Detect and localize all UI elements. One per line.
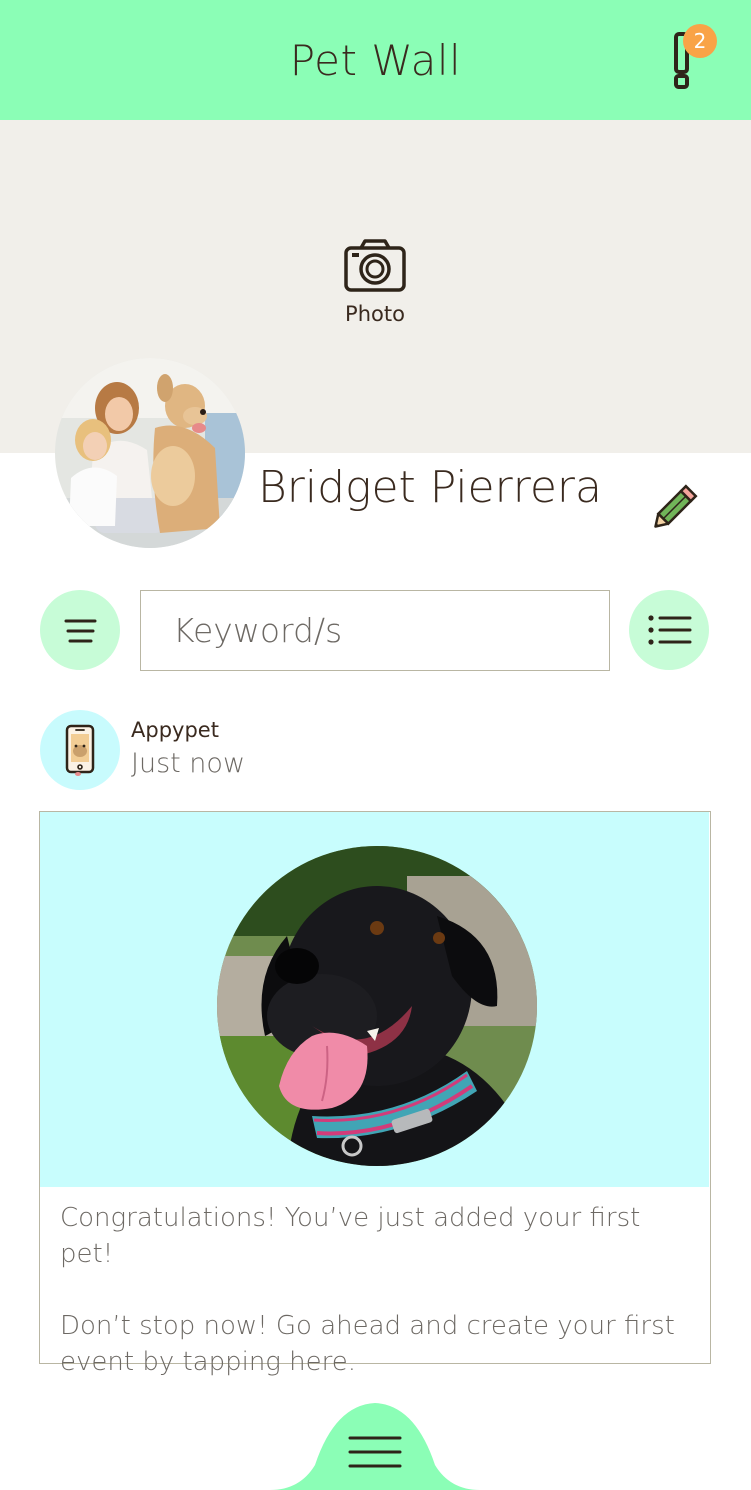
post-message-line-1: Congratulations! You’ve just added your …	[60, 1203, 641, 1269]
black-dog-photo	[217, 846, 537, 1166]
photo-label: Photo	[345, 302, 405, 326]
filter-button[interactable]	[40, 590, 120, 670]
post-author-name[interactable]: Appypet	[131, 718, 219, 742]
app-header: Pet Wall 2	[0, 0, 751, 120]
bottom-menu-button[interactable]	[270, 1400, 480, 1490]
pet-photo	[217, 846, 537, 1166]
phone-pet-icon	[65, 724, 95, 776]
post-timestamp: Just now	[131, 748, 246, 779]
edit-profile-button[interactable]	[650, 480, 702, 532]
profile-avatar[interactable]	[55, 358, 245, 548]
list-icon	[648, 615, 692, 645]
search-field[interactable]	[140, 590, 610, 671]
search-input[interactable]	[141, 591, 609, 670]
post-message-line-2[interactable]: Don’t stop now! Go ahead and create your…	[60, 1308, 690, 1380]
hamburger-menu-icon	[270, 1403, 480, 1490]
post-message[interactable]: Congratulations! You’ve just added your …	[60, 1200, 690, 1380]
family-with-dog-photo	[55, 358, 245, 548]
post-card[interactable]: Congratulations! You’ve just added your …	[39, 811, 711, 1377]
notification-badge: 2	[683, 24, 717, 58]
profile-name: Bridget Pierrera	[258, 462, 602, 513]
camera-icon	[344, 239, 406, 292]
add-cover-photo-button[interactable]: Photo	[325, 238, 425, 333]
page-title: Pet Wall	[289, 36, 462, 85]
filter-icon	[64, 619, 97, 643]
post-media	[40, 812, 709, 1187]
list-view-button[interactable]	[629, 590, 709, 670]
post-author-avatar[interactable]	[40, 710, 120, 790]
pet-wall-screen: Pet Wall 2 Photo Bridget Pierrera Keywor…	[0, 0, 751, 1490]
pencil-icon	[654, 484, 698, 528]
